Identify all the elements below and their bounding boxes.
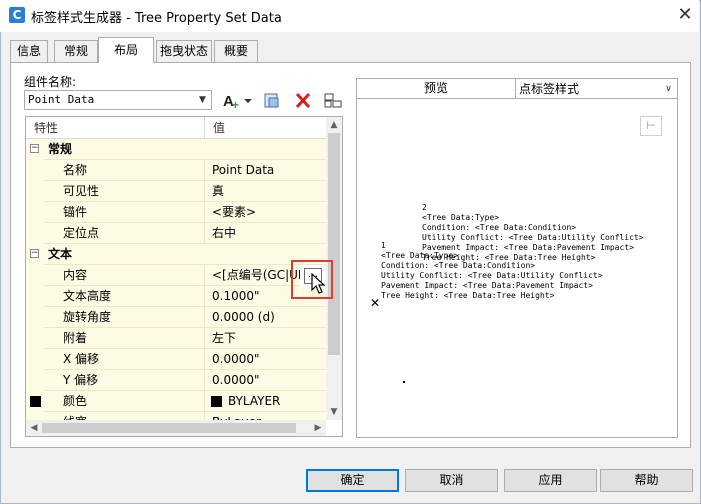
property-name: 内容 (44, 265, 205, 286)
add-component-button[interactable]: A + (219, 89, 253, 112)
property-value[interactable]: 0.0000 (d) (205, 307, 326, 328)
draw-order-button[interactable] (321, 89, 343, 110)
table-row[interactable]: 附着 左下 (26, 328, 326, 349)
title-bar: C 标签样式生成器 - Tree Property Set Data ✕ (0, 0, 699, 32)
property-name: 旋转角度 (44, 307, 205, 328)
draw-order-icon (324, 93, 342, 108)
tab-general[interactable]: 常规 (54, 40, 98, 62)
copy-component-icon (264, 93, 279, 108)
property-name: X 偏移 (44, 349, 205, 370)
component-name-select[interactable]: Point Data ▼ (24, 90, 212, 110)
color-swatch (30, 396, 41, 407)
origin-dot (403, 381, 405, 383)
table-row[interactable]: 名称 Point Data (26, 160, 326, 181)
chevron-down-icon: ▼ (199, 95, 206, 105)
tab-dragged-state[interactable]: 拖曳状态 (156, 40, 212, 62)
preview-label-b: 1 <Tree Data:Type> Condition: <Tree Data… (381, 241, 603, 300)
delete-component-button[interactable] (291, 89, 313, 110)
property-value[interactable]: 0.0000" (205, 370, 326, 391)
close-icon[interactable]: ✕ (675, 5, 695, 25)
table-row[interactable]: 颜色 BYLAYER (26, 391, 326, 412)
delete-icon (295, 92, 311, 109)
category-text[interactable]: − 文本 (26, 244, 326, 265)
component-name-value: Point Data (28, 93, 95, 106)
table-row[interactable]: Y 偏移 0.0000" (26, 370, 326, 391)
grid-header: 特性 值 (26, 117, 326, 139)
property-value[interactable]: <要素> (205, 202, 326, 223)
tab-summary[interactable]: 概要 (214, 40, 258, 62)
property-name: 颜色 (44, 391, 205, 412)
preview-style-select[interactable]: 点标签样式 ∨ (515, 78, 678, 100)
cancel-button[interactable]: 取消 (405, 469, 498, 492)
category-label: 常规 (44, 139, 326, 160)
color-swatch (211, 396, 222, 407)
property-name: 锚件 (44, 202, 205, 223)
help-button[interactable]: 帮助 (600, 469, 693, 492)
table-row[interactable]: 锚件 <要素> (26, 202, 326, 223)
scroll-thumb[interactable] (42, 423, 296, 433)
window-title: 标签样式生成器 - Tree Property Set Data (31, 11, 282, 26)
apply-button[interactable]: 应用 (504, 469, 597, 492)
table-row[interactable]: 旋转角度 0.0000 (d) (26, 307, 326, 328)
property-value[interactable]: 左下 (205, 328, 326, 349)
preview-label: 预览 (356, 78, 516, 98)
scroll-down-icon[interactable]: ▼ (326, 404, 342, 420)
property-value[interactable]: Point Data (205, 160, 326, 181)
property-name: 名称 (44, 160, 205, 181)
tab-layout[interactable]: 布局 (98, 37, 154, 63)
collapse-icon[interactable]: − (30, 249, 39, 258)
property-value[interactable]: 右中 (205, 223, 326, 244)
category-general[interactable]: − 常规 (26, 139, 326, 160)
table-row[interactable]: X 偏移 0.0000" (26, 349, 326, 370)
scroll-thumb[interactable] (328, 133, 340, 355)
table-row[interactable]: 可见性 真 (26, 181, 326, 202)
property-name: Y 偏移 (44, 370, 205, 391)
property-name: 可见性 (44, 181, 205, 202)
scroll-up-icon[interactable]: ▲ (326, 117, 342, 133)
category-label: 文本 (44, 244, 326, 265)
tab-info[interactable]: 信息 (10, 40, 48, 62)
property-name: 文本高度 (44, 286, 205, 307)
table-row[interactable]: 文本高度 0.1000" (26, 286, 326, 307)
point-marker-icon: ✕ (370, 296, 381, 310)
property-name: 附着 (44, 328, 205, 349)
table-row[interactable]: 定位点 右中 (26, 223, 326, 244)
scroll-left-icon[interactable]: ◀ (26, 420, 42, 436)
collapse-icon[interactable]: − (30, 144, 39, 153)
svg-text:+: + (232, 98, 239, 111)
property-value[interactable]: BYLAYER (205, 391, 326, 412)
table-row[interactable]: 内容 <[点编号(GC|UN (26, 265, 326, 286)
add-component-icon: A + (223, 93, 252, 112)
preview-style-value: 点标签样式 (519, 82, 580, 96)
mouse-cursor-icon (311, 273, 326, 294)
chevron-down-icon: ∨ (665, 84, 672, 94)
component-name-label: 组件名称: (24, 75, 77, 89)
property-name: 定位点 (44, 223, 205, 244)
property-value[interactable]: 真 (205, 181, 326, 202)
ok-button[interactable]: 确定 (306, 469, 399, 492)
header-property: 特性 (26, 117, 205, 139)
scroll-right-icon[interactable]: ▶ (310, 420, 326, 436)
property-value[interactable]: <[点编号(GC|UN (205, 265, 300, 286)
header-value: 值 (213, 121, 226, 135)
copy-component-button[interactable] (260, 89, 282, 110)
preview-canvas[interactable]: ⊢ 2 <Tree Data:Type> Condition: <Tree Da… (356, 98, 678, 438)
property-value[interactable]: 0.0000" (205, 349, 326, 370)
app-icon: C (9, 7, 25, 23)
preview-options-button[interactable]: ⊢ (640, 116, 662, 136)
